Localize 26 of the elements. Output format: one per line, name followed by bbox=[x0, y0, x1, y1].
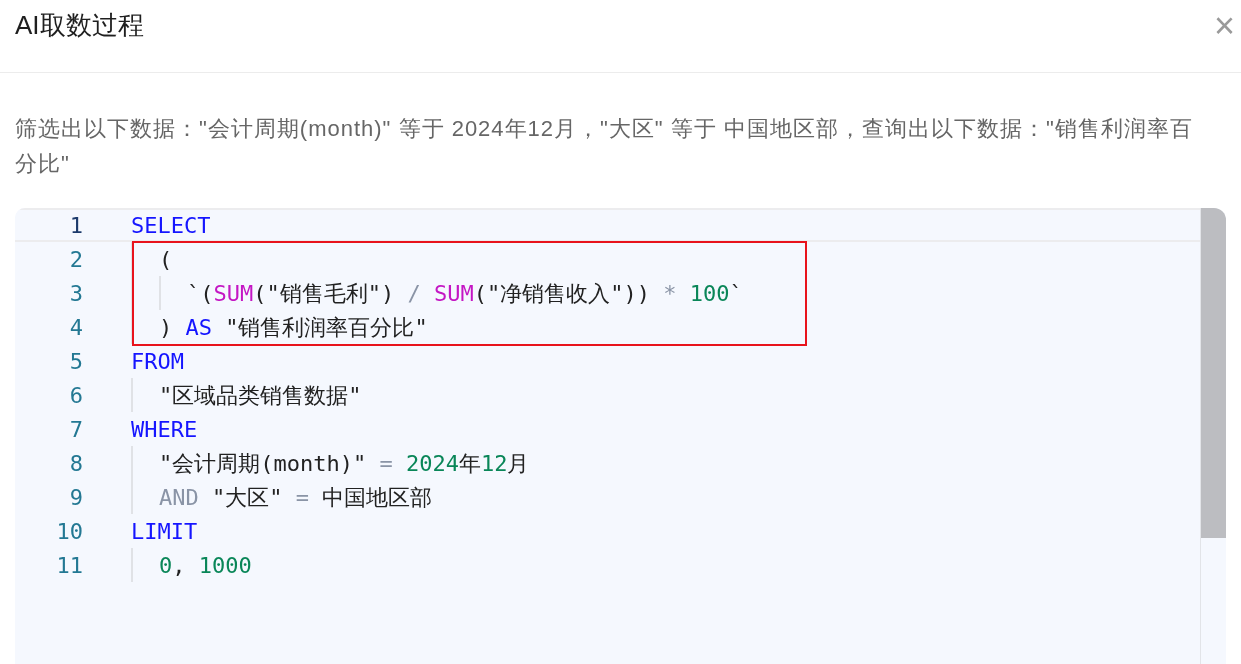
line-number: 10 bbox=[55, 517, 83, 546]
scrollbar-thumb[interactable] bbox=[1201, 208, 1226, 538]
code-line: SELECT bbox=[131, 211, 211, 240]
line-number: 8 bbox=[68, 449, 83, 478]
line-number: 5 bbox=[68, 347, 83, 376]
code-line: ) AS "销售利润率百分比" bbox=[159, 313, 428, 342]
code-line: ( bbox=[159, 245, 173, 274]
line-number: 6 bbox=[68, 381, 83, 410]
close-button[interactable]: × bbox=[1213, 7, 1235, 44]
line-number: 9 bbox=[68, 483, 83, 512]
code-line: "会计周期(month)" = 2024年12月 bbox=[159, 449, 530, 478]
code-line: FROM bbox=[131, 347, 184, 376]
dialog-title: AI取数过程 bbox=[15, 9, 144, 42]
description-text: 筛选出以下数据："会计周期(month)" 等于 2024年12月，"大区" 等于 中国地区部，查询出以下数据："销售利润率百分比" bbox=[14, 115, 1194, 178]
line-number: 3 bbox=[68, 279, 83, 308]
line-number: 7 bbox=[68, 415, 83, 444]
code-line: "区域品类销售数据" bbox=[159, 381, 362, 410]
line-number: 2 bbox=[68, 245, 83, 274]
line-number: 11 bbox=[55, 551, 83, 580]
code-line: 0, 1000 bbox=[159, 551, 252, 580]
code-line: WHERE bbox=[131, 415, 198, 444]
code-line: `(SUM("销售毛利") / SUM("净销售收入")) * 100` bbox=[187, 279, 743, 308]
code-line: LIMIT bbox=[131, 517, 198, 546]
line-number: 1 bbox=[68, 211, 83, 240]
line-number: 4 bbox=[68, 313, 83, 342]
code-line: AND "大区" = 中国地区部 bbox=[159, 483, 433, 512]
